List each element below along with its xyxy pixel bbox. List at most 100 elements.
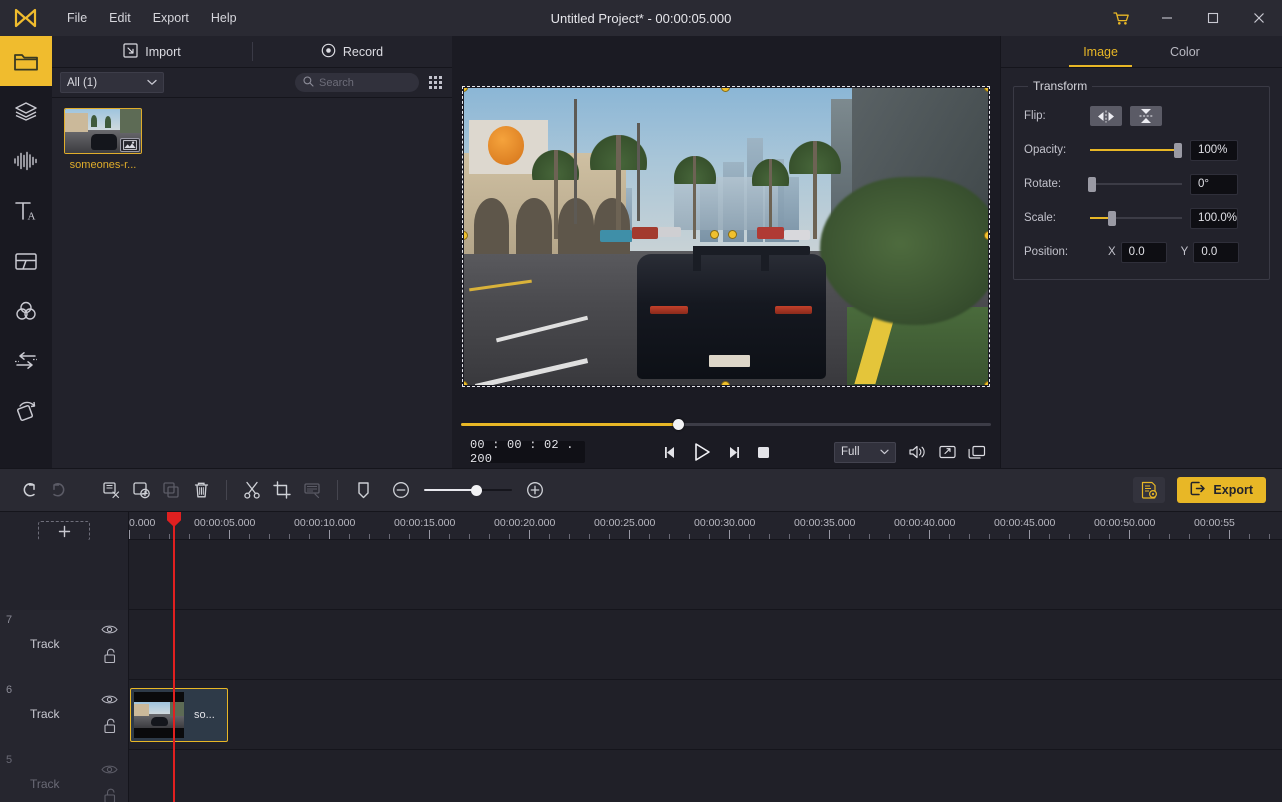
track-header[interactable]: 7 Track <box>0 610 129 680</box>
search-box[interactable] <box>295 73 419 92</box>
video-editor-window: File Edit Export Help Untitled Project* … <box>0 0 1282 802</box>
preview-panel: 00 : 00 : 02 . 200 Full <box>452 36 1000 468</box>
unlock-icon[interactable] <box>103 718 118 739</box>
sidebar-item-stickers[interactable] <box>0 86 52 136</box>
split-screen-icon <box>15 253 37 270</box>
track-number: 5 <box>6 754 13 766</box>
video-preview-frame[interactable] <box>462 85 990 387</box>
zoom-in-button[interactable] <box>520 475 550 505</box>
close-icon[interactable] <box>1236 0 1282 36</box>
search-input[interactable] <box>319 76 411 89</box>
track-header[interactable]: 5 Track <box>0 750 129 802</box>
ruler-minor-tick <box>1009 534 1010 539</box>
flip-vertical-icon[interactable] <box>1130 106 1162 126</box>
eye-icon[interactable] <box>101 692 118 710</box>
scissors-icon <box>244 481 260 499</box>
resize-handle-bottom-right[interactable] <box>984 380 988 385</box>
sidebar-item-media[interactable] <box>0 36 52 86</box>
ruler-tick-label: 00:00:35.000 <box>794 517 856 529</box>
tab-record[interactable]: Record <box>252 36 452 67</box>
scale-slider[interactable] <box>1090 210 1182 226</box>
menu-help[interactable]: Help <box>200 7 248 29</box>
add-track-button[interactable] <box>38 521 90 541</box>
timeline-empty-row <box>0 540 1282 610</box>
resize-handle-right[interactable] <box>984 231 988 240</box>
tab-color[interactable]: Color <box>1144 36 1226 67</box>
media-thumbnail[interactable] <box>64 108 142 154</box>
sidebar-item-split-screen[interactable] <box>0 236 52 286</box>
opacity-slider[interactable] <box>1090 142 1183 158</box>
export-button[interactable]: Export <box>1177 477 1266 503</box>
playhead[interactable] <box>167 512 181 802</box>
shopping-cart-icon[interactable] <box>1098 0 1144 36</box>
ruler-minor-tick <box>1069 534 1070 539</box>
seek-bar[interactable] <box>461 415 991 433</box>
menu-file[interactable]: File <box>56 7 98 29</box>
sidebar-item-filters[interactable] <box>0 286 52 336</box>
unlock-icon[interactable] <box>103 648 118 669</box>
eye-icon[interactable] <box>101 762 118 780</box>
menu-bar: File Edit Export Help <box>56 7 248 29</box>
timeline-ruler[interactable]: 00:00:00.000 00:00:05.000 00:00:10.000 00:0… <box>129 512 1282 540</box>
sidebar-item-transitions[interactable] <box>0 336 52 386</box>
undo-icon <box>23 483 35 497</box>
crop-button[interactable] <box>267 475 297 505</box>
center-handle-right[interactable] <box>727 230 737 240</box>
tab-import[interactable]: Import <box>52 36 252 67</box>
split-clip-button[interactable] <box>96 475 126 505</box>
chevron-down-icon <box>147 77 157 89</box>
zoom-out-button[interactable] <box>386 475 416 505</box>
scale-value[interactable]: 100.0% <box>1190 207 1238 229</box>
volume-icon[interactable] <box>908 444 927 460</box>
eye-icon[interactable] <box>101 622 118 640</box>
seek-fill <box>461 422 679 426</box>
add-clip-button[interactable] <box>126 475 156 505</box>
next-frame-button[interactable] <box>726 445 742 460</box>
pop-out-icon[interactable] <box>968 445 986 460</box>
stop-button[interactable] <box>756 445 771 460</box>
media-item[interactable]: someones-r... <box>64 108 142 171</box>
sidebar-item-text[interactable]: A <box>0 186 52 236</box>
export-button-label: Export <box>1213 483 1253 497</box>
rotate-value[interactable]: 0° <box>1190 173 1238 195</box>
rotate-slider[interactable] <box>1087 176 1182 192</box>
seek-knob[interactable] <box>672 418 684 430</box>
track-row[interactable]: 6 Track so... <box>0 680 1282 750</box>
undo-button[interactable] <box>14 475 44 505</box>
previous-frame-button[interactable] <box>662 445 678 460</box>
position-y-value[interactable]: 0.0 <box>1193 241 1240 263</box>
sidebar-item-effects[interactable] <box>0 386 52 436</box>
grid-view-icon[interactable] <box>427 74 444 91</box>
ruler-tick-label: 00:00:00.000 <box>129 517 156 529</box>
delete-button[interactable] <box>186 475 216 505</box>
track-row[interactable]: 5 Track <box>0 750 1282 802</box>
timeline-zoom-slider[interactable] <box>424 483 512 497</box>
fullscreen-icon[interactable] <box>939 445 956 459</box>
cut-button[interactable] <box>237 475 267 505</box>
track-header[interactable]: 6 Track <box>0 680 129 750</box>
render-preview-button[interactable] <box>1133 477 1166 503</box>
sidebar-item-audio[interactable] <box>0 136 52 186</box>
ruler-major-tick <box>129 530 130 539</box>
minimize-icon[interactable] <box>1144 0 1190 36</box>
tab-image[interactable]: Image <box>1057 36 1144 67</box>
media-filter-select[interactable]: All (1) <box>60 72 164 93</box>
resize-handle-top-right[interactable] <box>984 87 988 92</box>
ruler-minor-tick <box>1189 534 1190 539</box>
seek-track[interactable] <box>461 418 991 430</box>
track-row[interactable]: 7 Track <box>0 610 1282 680</box>
quality-select[interactable]: Full <box>834 441 896 463</box>
timeline-clip[interactable]: so... <box>130 688 228 742</box>
position-x-value[interactable]: 0.0 <box>1120 241 1167 263</box>
unlock-icon[interactable] <box>103 788 118 802</box>
maximize-icon[interactable] <box>1190 0 1236 36</box>
marker-button[interactable] <box>348 475 378 505</box>
menu-edit[interactable]: Edit <box>98 7 142 29</box>
ruler-minor-tick <box>149 534 150 539</box>
menu-export[interactable]: Export <box>142 7 200 29</box>
title-bar: File Edit Export Help Untitled Project* … <box>0 0 1282 36</box>
properties-panel: Image Color Transform Flip: Opacity: 100… <box>1000 36 1282 468</box>
flip-horizontal-icon[interactable] <box>1090 106 1122 126</box>
opacity-value[interactable]: 100% <box>1190 139 1238 161</box>
play-button[interactable] <box>692 442 712 462</box>
